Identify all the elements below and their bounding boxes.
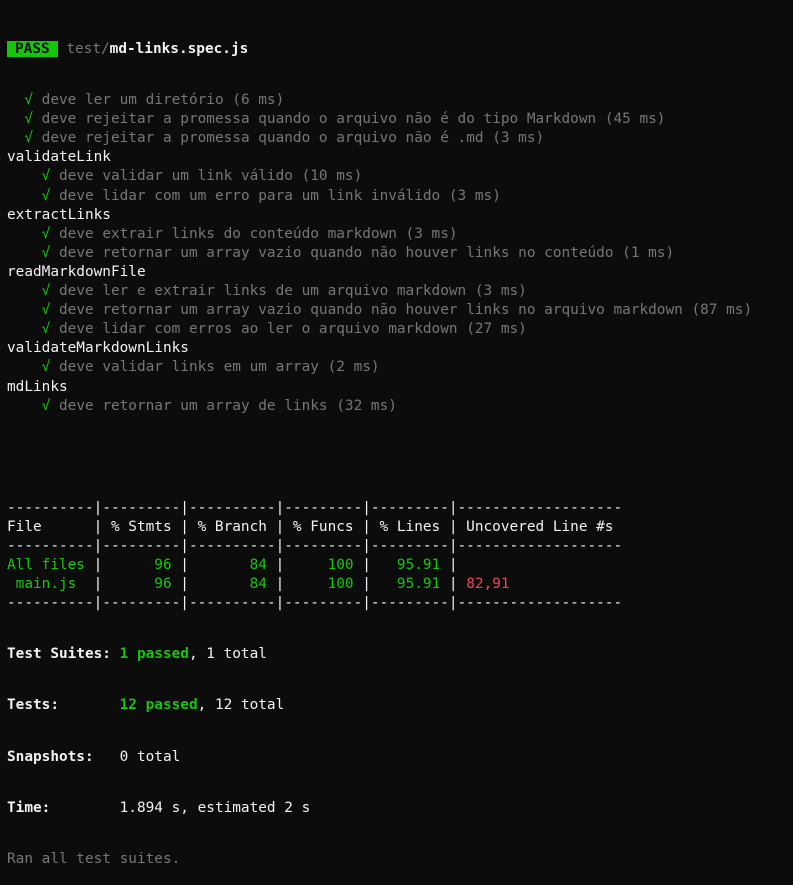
summary-time-value: 1.894 s, estimated 2 s [119, 799, 311, 816]
check-icon: √ [41, 244, 51, 261]
summary-snapshots: Snapshots: 0 total [7, 748, 793, 767]
coverage-cell-file: All files [7, 557, 94, 574]
test-file-header: PASS test/md-links.spec.js [7, 40, 793, 59]
test-name: deve ler um diretório (6 ms) [41, 92, 285, 109]
test-name: deve extrair links do conteúdo markdown … [59, 225, 458, 242]
coverage-pipe: | [362, 557, 371, 574]
describe-block-name: extractLinks [7, 206, 111, 223]
test-result-line: √ deve extrair links do conteúdo markdow… [7, 225, 793, 244]
summary-tests: Tests: 12 passed, 12 total [7, 696, 793, 715]
test-result-line: √ deve ler e extrair links de um arquivo… [7, 282, 793, 301]
test-result-line: √ deve retornar um array de links (32 ms… [7, 397, 793, 416]
coverage-table: ----------|---------|----------|--------… [7, 499, 793, 614]
coverage-cell-uncovered: 82,91 [457, 576, 623, 593]
summary-tests-label: Tests: [7, 697, 120, 714]
test-result-line: √ deve retornar um array vazio quando nã… [7, 244, 793, 263]
coverage-cell-lines: 95.91 [370, 576, 449, 593]
coverage-row: main.js | 96 | 84 | 100 | 95.91 | 82,91 [7, 575, 793, 594]
summary-suites: Test Suites: 1 passed, 1 total [7, 645, 793, 664]
check-icon: √ [41, 187, 51, 204]
coverage-cell-funcs: 100 [284, 576, 363, 593]
describe-block-name: readMarkdownFile [7, 263, 146, 280]
coverage-cell-funcs: 100 [284, 557, 363, 574]
coverage-cell-lines: 95.91 [370, 557, 449, 574]
test-result-line: √ deve retornar um array vazio quando nã… [7, 301, 793, 320]
summary-suites-total: , 1 total [188, 646, 267, 663]
test-name: deve validar um link válido (10 ms) [59, 168, 363, 185]
test-name: deve validar links em um array (2 ms) [59, 359, 380, 376]
test-result-line: √ deve validar links em um array (2 ms) [7, 358, 793, 377]
check-icon: √ [24, 111, 33, 128]
coverage-cell-branch: 84 [188, 557, 276, 574]
test-name: deve retornar um array vazio quando não … [59, 244, 675, 261]
coverage-header-row: File | % Stmts | % Branch | % Funcs | % … [7, 518, 623, 535]
coverage-pipe: | [275, 576, 285, 593]
terminal-output: PASS test/md-links.spec.js √ deve ler um… [0, 0, 793, 885]
coverage-cell-stmts: 96 [102, 557, 181, 574]
test-result-line: √ deve lidar com um erro para um link in… [7, 187, 793, 206]
coverage-separator: ----------|---------|----------|--------… [7, 595, 623, 612]
coverage-pipe: | [93, 557, 103, 574]
coverage-cell-stmts: 96 [102, 576, 181, 593]
test-file-name: md-links.spec.js [109, 41, 249, 57]
test-name: deve lidar com erros ao ler o arquivo ma… [59, 321, 527, 338]
check-icon: √ [24, 130, 33, 147]
check-icon: √ [41, 359, 51, 376]
summary-time: Time: 1.894 s, estimated 2 s [7, 799, 793, 818]
summary-suites-label: Test Suites: [7, 646, 120, 663]
test-name: deve ler e extrair links de um arquivo m… [59, 283, 527, 300]
coverage-pipe: | [180, 576, 189, 593]
coverage-pipe: | [93, 576, 103, 593]
describe-block-name: mdLinks [7, 378, 68, 395]
summary-suites-passed: 1 passed [119, 646, 189, 663]
test-file-dir: test/ [66, 41, 110, 57]
test-result-line: √ deve validar um link válido (10 ms) [7, 167, 793, 186]
test-name: deve rejeitar a promessa quando o arquiv… [41, 130, 545, 147]
test-name: deve rejeitar a promessa quando o arquiv… [41, 111, 666, 128]
summary-tests-total: , 12 total [197, 697, 285, 714]
summary-footer: Ran all test suites. [7, 850, 181, 867]
check-icon: √ [24, 92, 33, 109]
coverage-cell-branch: 84 [188, 576, 276, 593]
check-icon: √ [41, 302, 51, 319]
check-icon: √ [41, 321, 51, 338]
test-name: deve lidar com um erro para um link invá… [59, 187, 501, 204]
check-icon: √ [41, 225, 51, 242]
coverage-pipe: | [448, 557, 458, 574]
test-name: deve retornar um array de links (32 ms) [59, 397, 397, 414]
describe-block-name: validateMarkdownLinks [7, 340, 189, 357]
check-icon: √ [41, 397, 51, 414]
coverage-pipe: | [180, 557, 189, 574]
summary-time-label: Time: [7, 799, 120, 816]
summary-snapshots-value: 0 total [119, 748, 181, 765]
coverage-row: All files | 96 | 84 | 100 | 95.91 | [7, 556, 793, 575]
check-icon: √ [41, 168, 51, 185]
test-result-line: √ deve rejeitar a promessa quando o arqu… [7, 129, 793, 148]
coverage-pipe: | [448, 576, 458, 593]
test-results: √ deve ler um diretório (6 ms) √ deve re… [7, 91, 793, 416]
test-result-line: √ deve lidar com erros ao ler o arquivo … [7, 320, 793, 339]
coverage-separator: ----------|---------|----------|--------… [7, 499, 623, 516]
pass-badge: PASS [7, 41, 58, 57]
summary-snapshots-label: Snapshots: [7, 748, 120, 765]
test-result-line: √ deve rejeitar a promessa quando o arqu… [7, 110, 793, 129]
coverage-cell-file: main.js [7, 576, 94, 593]
coverage-pipe: | [362, 576, 371, 593]
summary-tests-passed: 12 passed [119, 697, 198, 714]
coverage-cell-uncovered [458, 557, 623, 573]
coverage-separator: ----------|---------|----------|--------… [7, 537, 623, 554]
test-result-line: √ deve ler um diretório (6 ms) [7, 91, 793, 110]
coverage-pipe: | [275, 557, 285, 574]
describe-block-name: validateLink [7, 149, 111, 166]
test-name: deve retornar um array vazio quando não … [59, 302, 753, 319]
check-icon: √ [41, 283, 51, 300]
